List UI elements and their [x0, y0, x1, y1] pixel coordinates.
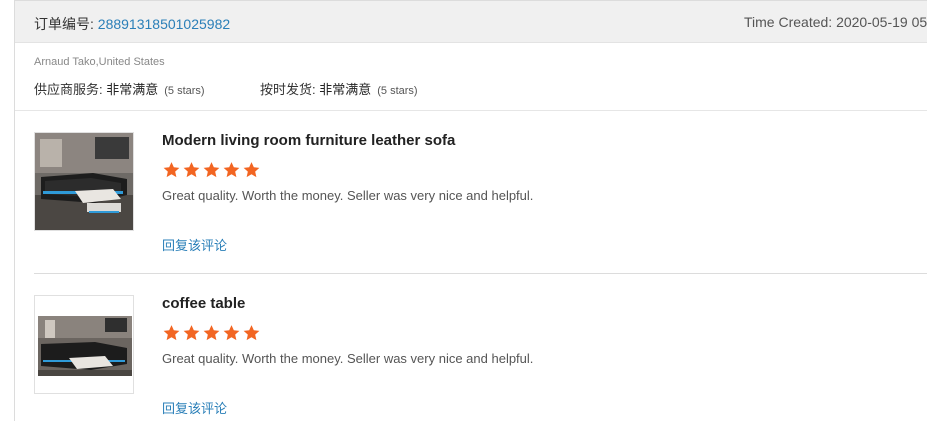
order-id: 订单编号: 28891318501025982 — [34, 14, 230, 34]
star-icon — [163, 325, 180, 341]
reply-review-link[interactable]: 回复该评论 — [162, 398, 227, 417]
star-rating — [162, 324, 261, 342]
buyer-info: Arnaud Tako,United States — [34, 56, 165, 68]
star-rating — [162, 161, 261, 179]
item-divider — [34, 273, 927, 274]
on-time-delivery-rating: 按时发货: 非常满意 (5 stars) — [260, 79, 418, 98]
star-icon — [243, 162, 260, 178]
star-icon — [203, 325, 220, 341]
review-text: Great quality. Worth the money. Seller w… — [162, 188, 534, 203]
review-text: Great quality. Worth the money. Seller w… — [162, 351, 534, 366]
order-header: 订单编号: 28891318501025982 Time Created: 20… — [15, 1, 927, 43]
rating-value: 非常满意 — [319, 82, 372, 97]
product-image-coffee-table[interactable] — [34, 295, 134, 394]
rating-stars-note: (5 stars) — [377, 85, 418, 97]
star-icon — [203, 162, 220, 178]
supplier-service-rating: 供应商服务: 非常满意 (5 stars) — [34, 79, 205, 98]
rating-label: 供应商服务: — [34, 82, 107, 97]
order-id-label: 订单编号: — [34, 16, 98, 32]
rating-value: 非常满意 — [106, 82, 159, 97]
review-item: coffee table Great quality. Worth the mo… — [34, 295, 914, 422]
star-icon — [223, 325, 240, 341]
star-icon — [163, 162, 180, 178]
rating-stars-note: (5 stars) — [164, 85, 205, 97]
product-title[interactable]: coffee table — [162, 295, 245, 312]
star-icon — [243, 325, 260, 341]
order-number-link[interactable]: 28891318501025982 — [98, 16, 230, 32]
review-item: Modern living room furniture leather sof… — [34, 132, 914, 262]
product-title[interactable]: Modern living room furniture leather sof… — [162, 132, 455, 149]
rating-label: 按时发货: — [260, 82, 320, 97]
star-icon — [183, 162, 200, 178]
review-panel: 订单编号: 28891318501025982 Time Created: 20… — [14, 0, 927, 421]
star-icon — [183, 325, 200, 341]
product-image-sofa[interactable] — [34, 132, 134, 231]
time-created: Time Created: 2020-05-19 05:5 — [744, 14, 927, 30]
star-icon — [223, 162, 240, 178]
reply-review-link[interactable]: 回复该评论 — [162, 235, 227, 254]
divider — [15, 110, 927, 111]
